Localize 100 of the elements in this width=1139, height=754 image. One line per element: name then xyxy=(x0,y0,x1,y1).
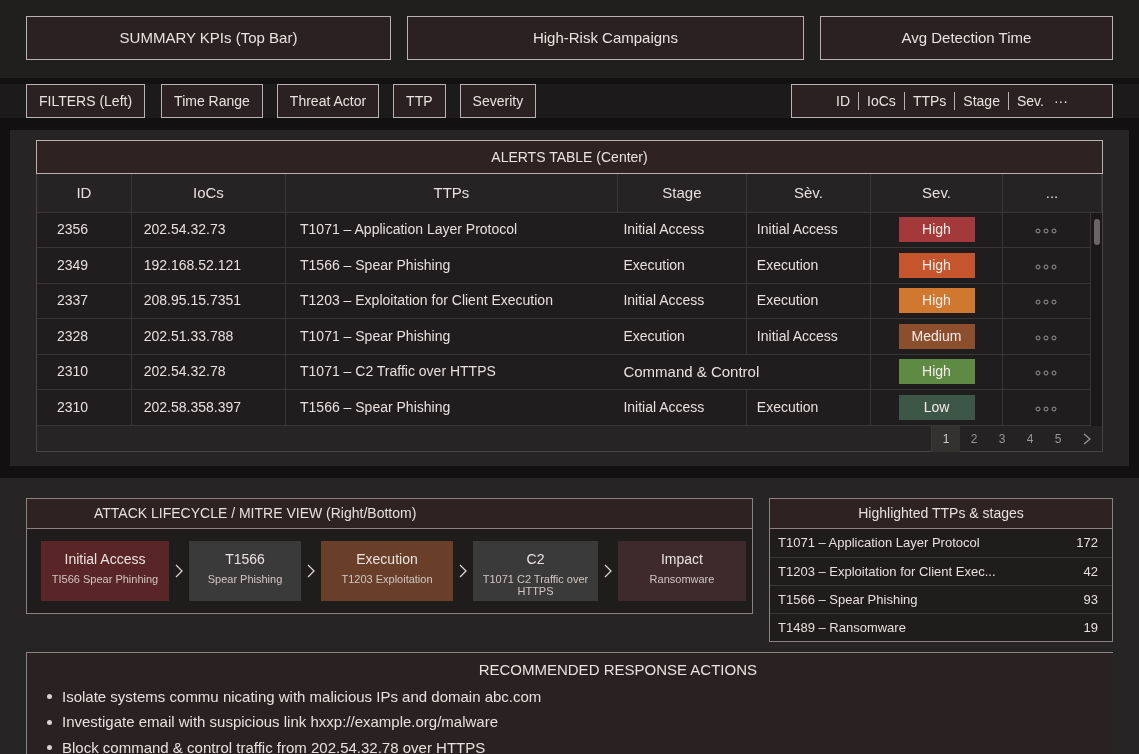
panel-title: Highlighted TTPs & stages xyxy=(770,499,1112,529)
column-header: IoCs xyxy=(131,174,286,212)
table-cell: 208.95.15.7351 xyxy=(131,283,286,319)
action-item: Investigate email with suspicious link hxxp://example.org/malware xyxy=(62,712,499,732)
column-option[interactable]: ··· xyxy=(1053,90,1068,112)
chevron-icon xyxy=(307,564,315,578)
more-icon[interactable] xyxy=(1035,228,1058,235)
page-button[interactable]: 5 xyxy=(1044,425,1072,452)
page-button[interactable]: 3 xyxy=(988,425,1016,452)
table-cell: 202.54.32.78 xyxy=(131,354,286,390)
table-cell: T1203 – Exploitation for Client Execution xyxy=(285,283,618,319)
stage-title: C2 xyxy=(526,550,545,569)
ttp-name: T1566 – Spear Phishing xyxy=(778,590,918,609)
table-cell: Initial Access xyxy=(617,212,747,248)
ttp-count: 93 xyxy=(1083,590,1099,609)
column-option[interactable]: Stage xyxy=(963,90,1000,112)
ttp-count: 19 xyxy=(1083,618,1099,637)
table-cell: Initial Access xyxy=(746,318,871,354)
table-cell: 2310 xyxy=(37,389,132,425)
stage-detail: Ransomware xyxy=(648,573,716,585)
table-cell: Execution xyxy=(746,389,871,425)
page-button[interactable]: 2 xyxy=(960,425,988,452)
stage-detail: T1203 Exploitation xyxy=(340,573,434,585)
stage-title: Initial Access xyxy=(64,550,146,569)
severity-badge: High xyxy=(898,288,975,314)
action-item: Isolate systems commu nicating with malicious IPs and domain abc.com xyxy=(62,686,542,707)
column-header: ... xyxy=(1002,174,1102,212)
table-cell: Initial Access xyxy=(746,212,871,248)
filters-label: FILTERS (Left) xyxy=(26,84,146,118)
table-cell: T1566 – Spear Phishing xyxy=(285,247,618,283)
ttp-count: 172 xyxy=(1076,534,1099,553)
chevron-icon xyxy=(175,564,183,578)
table-cell: T1071 – Spear Phishing xyxy=(285,318,618,354)
table-cell: 2356 xyxy=(37,212,132,248)
stage-title: Impact xyxy=(661,550,703,569)
more-icon[interactable] xyxy=(1035,299,1058,306)
severity-badge: High xyxy=(898,252,975,278)
stage-title: T1566 xyxy=(225,550,265,569)
column-header: ID xyxy=(37,174,132,212)
table-cell: Execution xyxy=(746,247,871,283)
more-icon[interactable] xyxy=(1035,406,1058,412)
kpi-card: SUMMARY KPIs (Top Bar) xyxy=(26,16,391,60)
filter-button[interactable]: Threat Actor xyxy=(276,84,380,118)
column-option[interactable]: Sev. xyxy=(1016,90,1044,112)
bullet-icon xyxy=(47,745,52,751)
column-chooser[interactable]: ID IoCs TTPs Stage Sev. ··· xyxy=(791,84,1113,118)
column-header: TTPs xyxy=(285,174,618,212)
table-cell: 192.168.52.121 xyxy=(131,247,286,283)
stage-detail: T1071 C2 Traffic over HTTPS xyxy=(481,573,590,597)
table-cell: 2310 xyxy=(37,354,132,390)
stage-detail: TI566 Spear Phinhing xyxy=(50,573,160,585)
table-cell: 2337 xyxy=(37,283,132,319)
table-cell: Initial Access xyxy=(617,389,747,425)
table-cell: 202.51.33.788 xyxy=(131,318,286,354)
more-icon[interactable] xyxy=(1035,370,1058,377)
scrollbar[interactable] xyxy=(1090,213,1102,426)
severity-badge: High xyxy=(898,217,975,243)
more-icon[interactable] xyxy=(1035,263,1058,270)
filter-button[interactable]: Time Range xyxy=(161,84,263,118)
more-icon[interactable] xyxy=(1035,334,1058,341)
table-cell: Initial Access xyxy=(617,283,747,319)
chevron-icon xyxy=(459,564,467,578)
kpi-card: Avg Detection Time xyxy=(819,16,1113,60)
column-option[interactable]: TTPs xyxy=(912,90,947,112)
column-header: Sèv. xyxy=(746,174,871,212)
column-option[interactable]: ID xyxy=(836,90,851,112)
stage-detail: Spear Phishing xyxy=(206,573,284,585)
column-option[interactable]: IoCs xyxy=(867,90,896,112)
panel-title: RECOMMENDED RESPONSE ACTIONS xyxy=(478,660,757,680)
action-item: Block command & control traffic from 202.54.32.78 over HTTPS xyxy=(62,737,486,754)
ttp-count: 42 xyxy=(1083,562,1099,581)
table-cell: 202.54.32.73 xyxy=(131,212,286,248)
filter-button[interactable]: TTP xyxy=(393,84,446,118)
panel-title: ATTACK LIFECYCLE / MITRE VIEW (Right/Bottom) xyxy=(27,499,752,529)
ttp-name: T1489 – Ransomware xyxy=(778,618,906,637)
severity-badge: High xyxy=(898,359,975,385)
ttp-name: T1203 – Exploitation for Client Exec... xyxy=(778,562,996,581)
table-cell: 2349 xyxy=(37,247,132,283)
table-cell: 202.58.358.397 xyxy=(131,389,286,425)
chevron-icon xyxy=(604,564,612,578)
stage-title: Execution xyxy=(356,550,418,569)
table-cell: Execution xyxy=(617,247,747,283)
bullet-icon xyxy=(47,694,52,700)
page-button[interactable]: 4 xyxy=(1016,425,1044,452)
filter-button[interactable]: Severity xyxy=(459,84,537,118)
table-cell: Execution xyxy=(746,283,871,319)
column-header: Stage xyxy=(617,174,747,212)
bullet-icon xyxy=(47,719,52,725)
panel-title: ALERTS TABLE (Center) xyxy=(36,140,1103,174)
table-cell: 2328 xyxy=(37,318,132,354)
ttp-name: T1071 – Application Layer Protocol xyxy=(778,534,980,553)
next-page-icon[interactable] xyxy=(1082,432,1092,445)
table-cell: Command & Control xyxy=(617,354,871,390)
column-header: Sev. xyxy=(870,174,1003,212)
kpi-card: High-Risk Campaigns xyxy=(406,16,804,60)
severity-badge: Medium xyxy=(898,323,975,349)
page-button[interactable]: 1 xyxy=(932,425,960,452)
table-cell: T1071 – Application Layer Protocol xyxy=(285,212,618,248)
table-cell: T1566 – Spear Phishing xyxy=(285,389,618,425)
table-cell: Execution xyxy=(617,318,747,354)
